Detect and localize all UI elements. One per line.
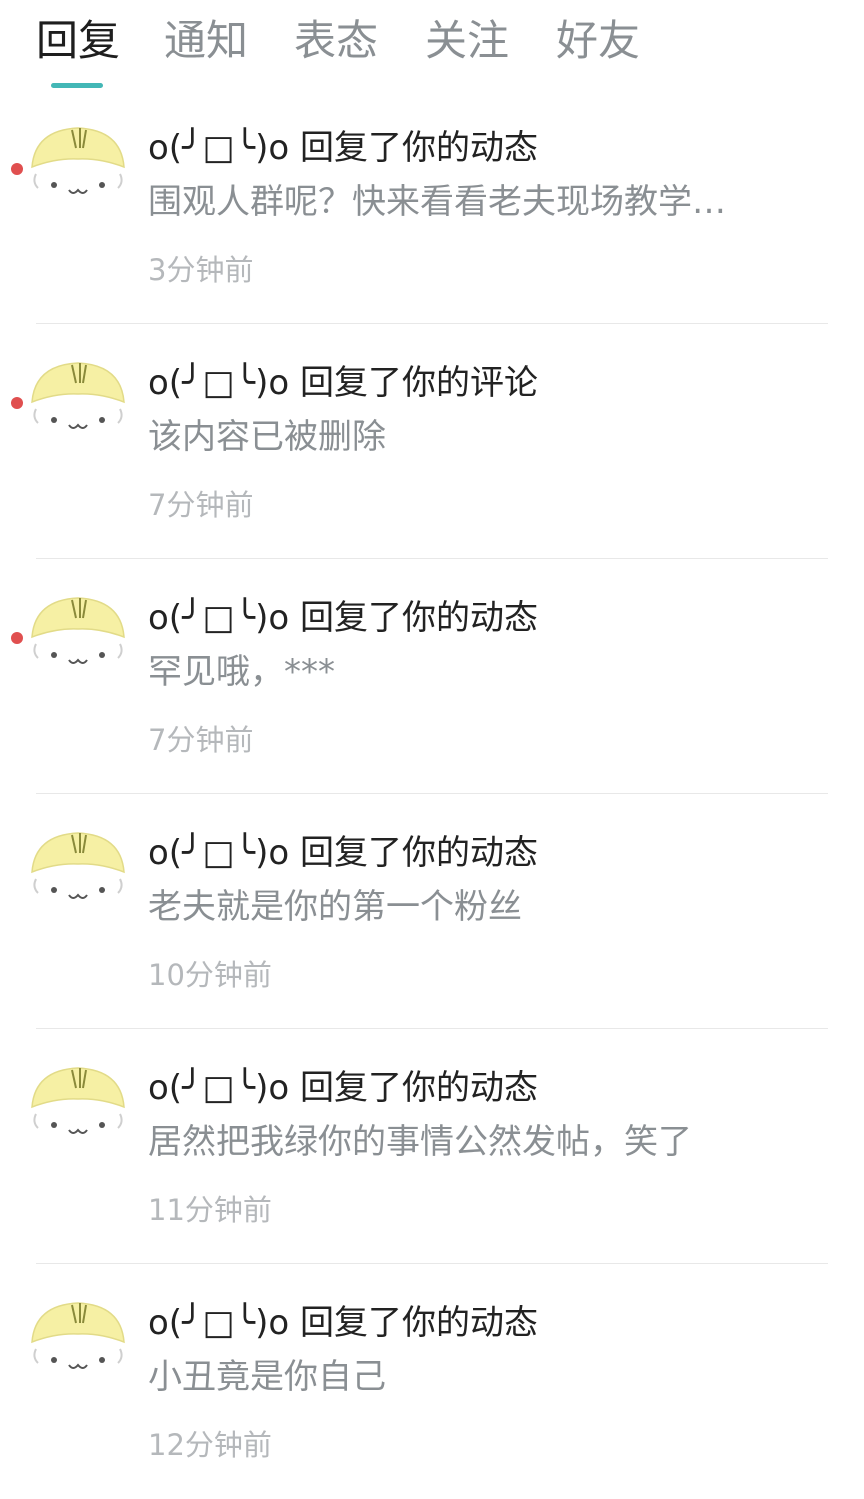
tab-friends[interactable]: 好友 [556,14,640,68]
notification-content: 小丑竟是你自己 [148,1357,386,1397]
tab-replies[interactable]: 回复 [36,14,120,68]
notification-title: o(╯□╰)o 回复了你的动态 [148,833,539,873]
notification-title: o(╯□╰)o 回复了你的动态 [148,598,539,638]
notification-item[interactable]: o(╯□╰)o 回复了你的评论 该内容已被删除 7分钟前 [0,324,864,559]
notification-item[interactable]: o(╯□╰)o 回复了你的动态 围观人群呢？快来看看老夫现场教学… 3分钟前 [0,100,864,324]
cartoon-face-avatar-icon [31,832,125,899]
notification-title: o(╯□╰)o 回复了你的动态 [148,128,539,168]
notification-item[interactable]: o(╯□╰)o 回复了你的动态 居然把我绿你的事情公然发帖，笑了 11分钟前 [0,1029,864,1264]
notification-time: 7分钟前 [148,723,254,757]
notification-content: 该内容已被删除 [148,417,386,457]
active-tab-indicator [51,83,103,88]
tab-reactions[interactable]: 表态 [294,14,378,68]
notification-title: o(╯□╰)o 回复了你的评论 [148,363,539,403]
notification-item[interactable]: o(╯□╰)o 回复了你的动态 小丑竟是你自己 12分钟前 [0,1264,864,1499]
unread-dot [11,163,23,175]
notification-content: 罕见哦，*** [148,652,335,692]
notification-content: 老夫就是你的第一个粉丝 [148,887,522,927]
cartoon-face-avatar-icon [31,1302,125,1369]
cartoon-face-avatar-icon [31,1067,125,1134]
notification-time: 11分钟前 [148,1193,272,1227]
notification-title: o(╯□╰)o 回复了你的动态 [148,1068,539,1108]
tab-notices[interactable]: 通知 [164,14,248,68]
tab-bar: 回复 通知 表态 关注 好友 [0,0,864,100]
notification-time: 3分钟前 [148,253,254,287]
notification-time: 7分钟前 [148,488,254,522]
notification-list: o(╯□╰)o 回复了你的动态 围观人群呢？快来看看老夫现场教学… 3分钟前 o… [0,100,864,1499]
cartoon-face-avatar-icon [31,127,125,194]
notification-content: 围观人群呢？快来看看老夫现场教学… [148,182,726,222]
notification-time: 10分钟前 [148,958,272,992]
notification-title: o(╯□╰)o 回复了你的动态 [148,1303,539,1343]
cartoon-face-avatar-icon [31,597,125,664]
cartoon-face-avatar-icon [31,362,125,429]
unread-dot [11,632,23,644]
notification-item[interactable]: o(╯□╰)o 回复了你的动态 老夫就是你的第一个粉丝 10分钟前 [0,794,864,1029]
notification-item[interactable]: o(╯□╰)o 回复了你的动态 罕见哦，*** 7分钟前 [0,559,864,794]
tab-follows[interactable]: 关注 [425,14,509,68]
unread-dot [11,397,23,409]
notification-content: 居然把我绿你的事情公然发帖，笑了 [148,1122,692,1162]
notification-time: 12分钟前 [148,1428,272,1462]
